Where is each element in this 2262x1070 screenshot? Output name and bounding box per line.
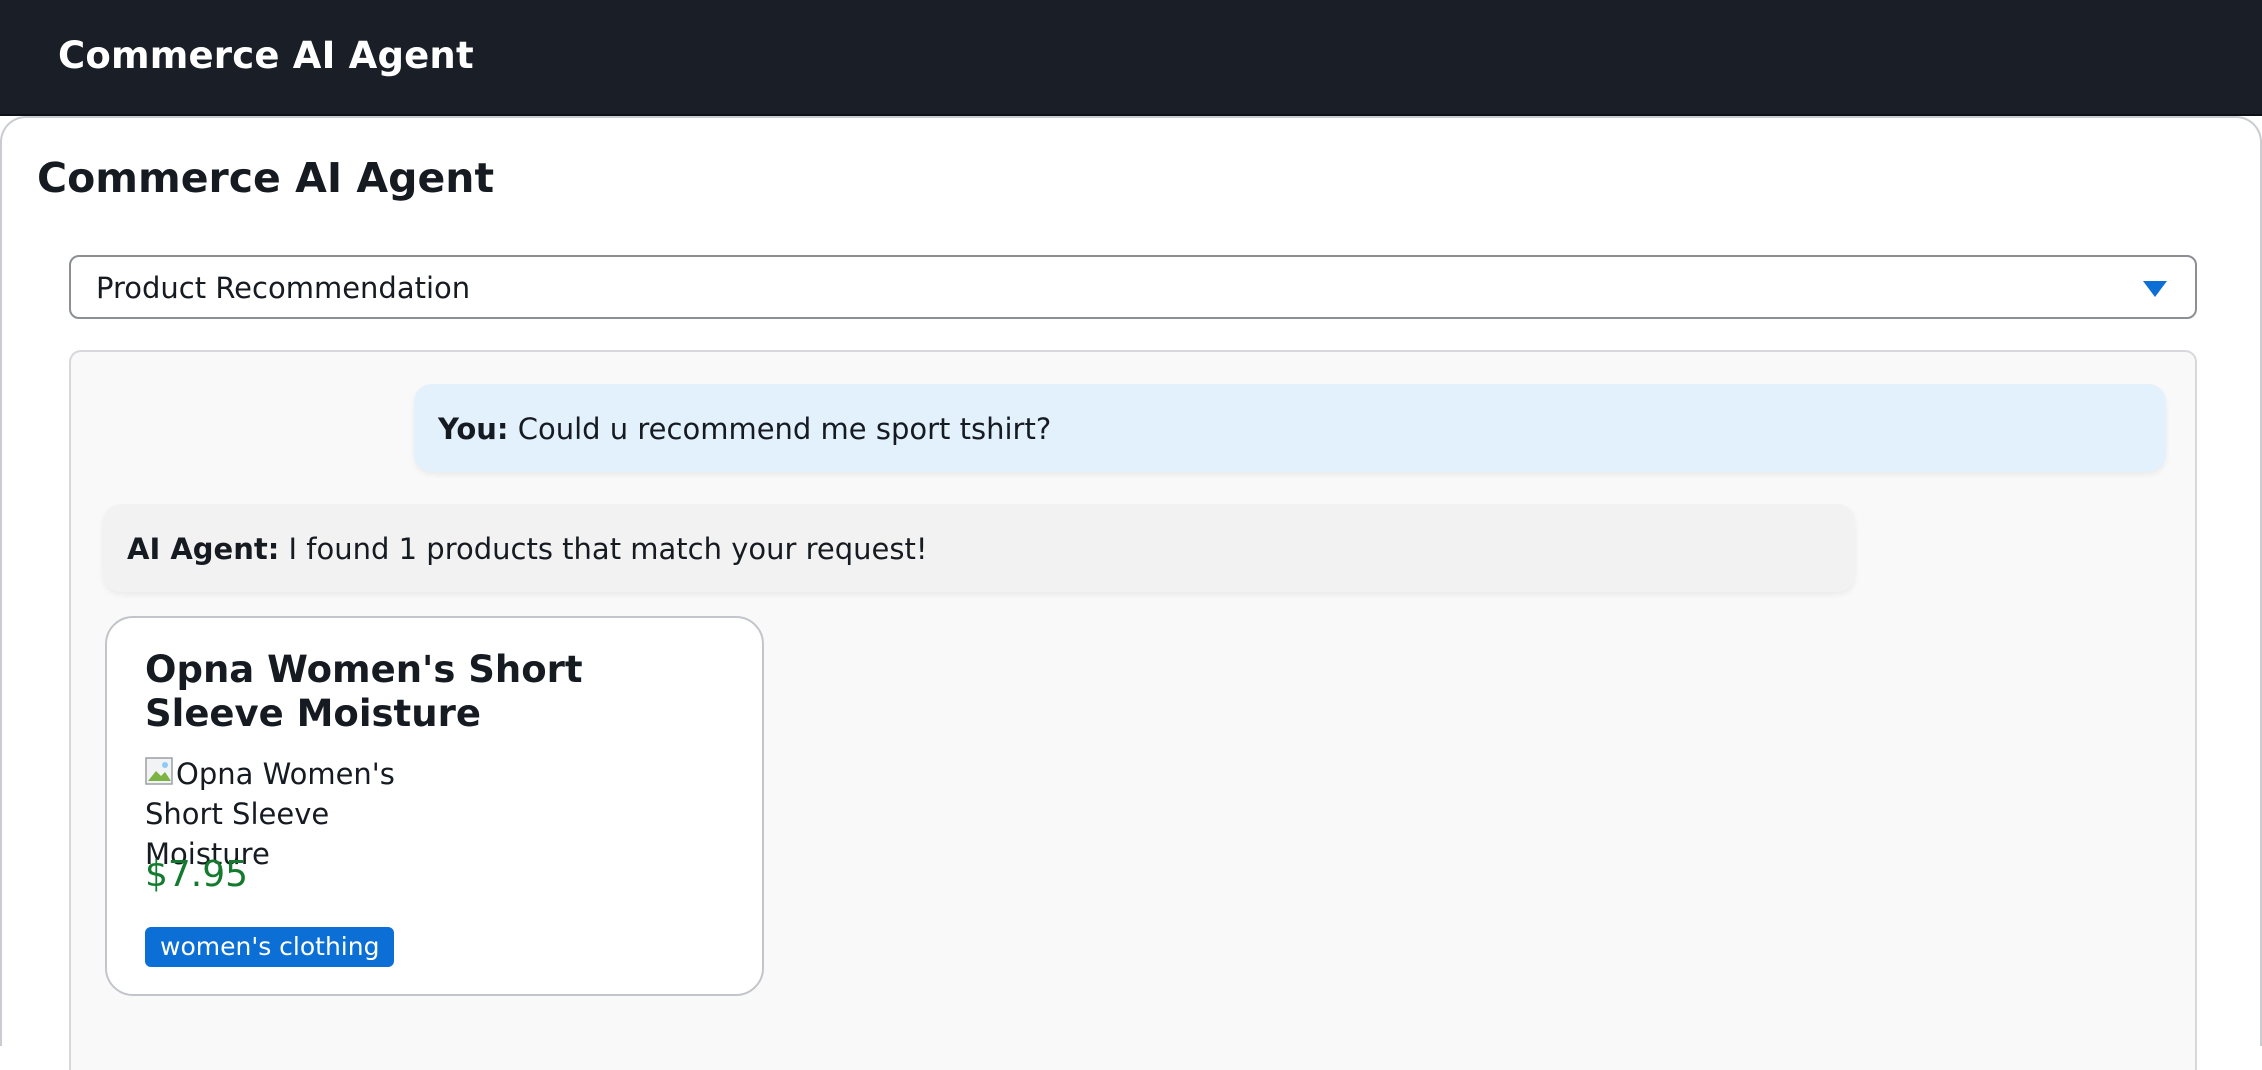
category-badge: women's clothing bbox=[145, 927, 395, 967]
main-panel: Commerce AI Agent Product Recommendation… bbox=[0, 116, 2262, 1070]
app-title: Commerce AI Agent bbox=[58, 34, 474, 77]
message-text: Could u recommend me sport tshirt? bbox=[508, 412, 1052, 446]
product-name: Opna Women's Short Sleeve Moisture bbox=[145, 648, 583, 735]
broken-image-icon bbox=[145, 757, 176, 788]
product-price: $7.95 bbox=[145, 854, 249, 895]
message-speaker: You: bbox=[438, 412, 509, 446]
message-text: I found 1 products that match your reque… bbox=[279, 532, 928, 566]
mode-select-value: Product Recommendation bbox=[96, 271, 471, 305]
product-card[interactable]: Opna Women's Short Sleeve Moisture Opna … bbox=[105, 616, 764, 996]
user-message: You: Could u recommend me sport tshirt? bbox=[414, 384, 2166, 472]
page-title: Commerce AI Agent bbox=[37, 154, 495, 202]
chat-area[interactable]: You: Could u recommend me sport tshirt? … bbox=[69, 350, 2197, 1070]
agent-message: AI Agent: I found 1 products that match … bbox=[103, 504, 1855, 592]
top-app-bar: Commerce AI Agent bbox=[0, 0, 2262, 116]
message-speaker: AI Agent: bbox=[127, 532, 280, 566]
mode-select[interactable]: Product Recommendation bbox=[69, 255, 2197, 319]
triangle-down-icon[interactable] bbox=[2143, 281, 2167, 297]
